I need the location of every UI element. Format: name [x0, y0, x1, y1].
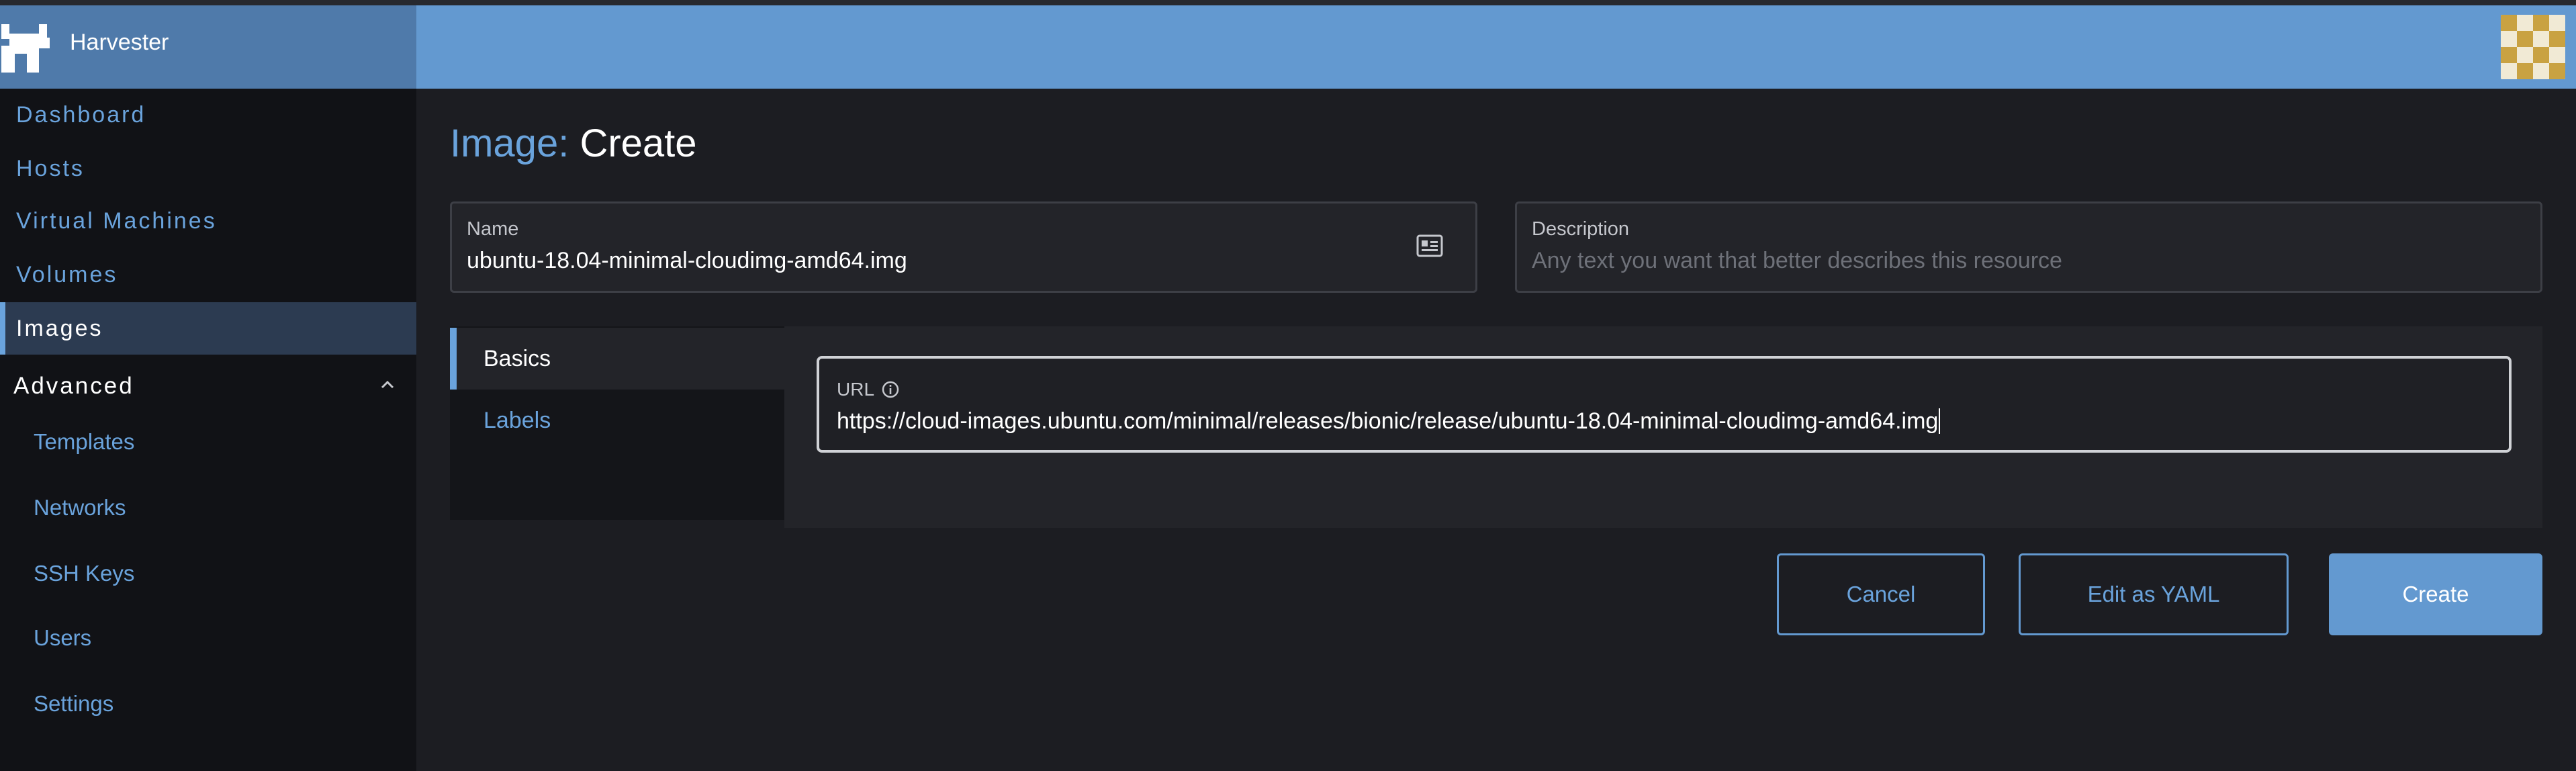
tab-basics[interactable]: Basics [450, 328, 784, 390]
page-title: Image: Create [450, 117, 697, 171]
sidebar-item-settings[interactable]: Settings [0, 677, 416, 731]
description-field-label: Description [1532, 218, 1630, 240]
sidebar-item-volumes[interactable]: Volumes [0, 248, 416, 301]
name-field-value[interactable]: ubuntu-18.04-minimal-cloudimg-amd64.img [467, 248, 907, 274]
brand-name: Harvester [70, 30, 169, 55]
sidebar-item-templates[interactable]: Templates [0, 415, 416, 469]
sidebar-item-images[interactable]: Images [0, 302, 416, 355]
url-field[interactable]: URL https://cloud-images.ubuntu.com/mini… [817, 356, 2512, 453]
info-icon[interactable] [881, 380, 900, 399]
description-field[interactable]: Description Any text you want that bette… [1515, 201, 2542, 293]
window-top-strip [0, 0, 2576, 5]
description-field-placeholder[interactable]: Any text you want that better describes … [1532, 248, 2062, 274]
text-caret [1939, 408, 1941, 434]
page-title-prefix: Image: [450, 122, 569, 165]
page-title-action: Create [580, 122, 697, 165]
id-card-icon[interactable] [1416, 234, 1443, 257]
url-label-text: URL [837, 379, 875, 400]
harvester-logo-icon [1, 24, 50, 73]
name-field[interactable]: Name ubuntu-18.04-minimal-cloudimg-amd64… [450, 201, 1477, 293]
url-field-value[interactable]: https://cloud-images.ubuntu.com/minimal/… [837, 408, 1941, 435]
url-field-label: URL [837, 379, 900, 400]
sidebar-item-users[interactable]: Users [0, 611, 416, 665]
sidebar-group-label: Advanced [13, 373, 134, 399]
user-avatar-icon[interactable] [2501, 15, 2565, 79]
sidebar-item-virtual-machines[interactable]: Virtual Machines [0, 195, 416, 247]
url-value-text: https://cloud-images.ubuntu.com/minimal/… [837, 408, 1939, 434]
cancel-button[interactable]: Cancel [1777, 553, 1985, 635]
sidebar-item-hosts[interactable]: Hosts [0, 142, 416, 195]
name-field-label: Name [467, 218, 519, 240]
edit-as-yaml-button[interactable]: Edit as YAML [2019, 553, 2289, 635]
sidebar-item-dashboard[interactable]: Dashboard [0, 89, 416, 141]
header-bar [416, 5, 2576, 89]
create-button[interactable]: Create [2329, 553, 2542, 635]
tab-labels[interactable]: Labels [450, 390, 784, 451]
sidebar-group-advanced[interactable]: Advanced [0, 360, 416, 412]
sidebar-item-ssh-keys[interactable]: SSH Keys [0, 547, 416, 600]
brand-header[interactable]: Harvester [0, 5, 416, 89]
chevron-up-icon [381, 380, 394, 389]
sidebar-item-networks[interactable]: Networks [0, 481, 416, 535]
